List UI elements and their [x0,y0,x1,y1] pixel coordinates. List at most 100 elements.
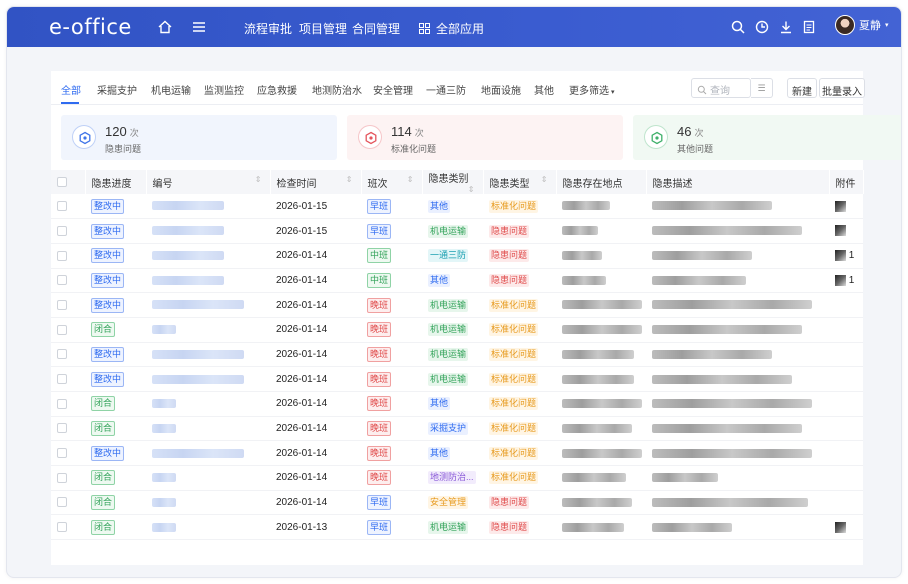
nav-approval[interactable]: 流程审批 [244,20,292,37]
id-cell[interactable] [146,490,270,516]
tab-monitoring[interactable]: 监测监控 [204,82,244,97]
sort-icon[interactable]: ⇕ [407,175,414,184]
row-select-cell[interactable] [51,268,85,294]
row-select-cell[interactable] [51,342,85,368]
id-redacted[interactable] [152,522,176,532]
attachment-cell[interactable] [829,416,863,442]
sort-icon[interactable]: ⇕ [468,185,475,194]
stat-card[interactable]: 46 次其他问题 [633,115,901,160]
col-shift[interactable]: 班次 ⇕ [361,170,423,194]
table-row[interactable]: 整改中 2026-01-14 中班 一通三防 隐患问题 1 [51,243,863,269]
table-row[interactable]: 闭合 2026-01-13 早班 机电运输 隐患问题 [51,514,863,541]
menu-icon[interactable] [191,19,207,35]
id-redacted[interactable] [152,325,176,335]
table-row[interactable]: 整改中 2026-01-14 晚班 机电运输 标准化问题 [51,292,863,318]
table-row[interactable]: 闭合 2026-01-14 早班 安全管理 隐患问题 [51,490,863,516]
id-cell[interactable] [146,292,270,318]
tab-emergency[interactable]: 应急救援 [257,82,297,97]
table-row[interactable]: 整改中 2026-01-14 中班 其他 隐患问题 1 [51,268,863,294]
row-select-cell[interactable] [51,514,85,541]
search-input[interactable]: 查询 [691,78,751,98]
document-icon[interactable] [801,19,817,35]
id-redacted[interactable] [152,251,224,261]
table-row[interactable]: 整改中 2026-01-15 早班 机电运输 隐患问题 [51,218,863,244]
id-redacted[interactable] [152,448,244,458]
user-menu[interactable]: 夏静 ▾ [835,15,889,35]
id-cell[interactable] [146,391,270,417]
id-redacted[interactable] [152,349,244,359]
row-checkbox[interactable] [57,423,67,434]
tab-all[interactable]: 全部 [61,82,81,97]
attachment-cell[interactable] [829,342,863,368]
all-apps-button[interactable]: 全部应用 [419,20,484,37]
table-row[interactable]: 闭合 2026-01-14 晚班 其他 标准化问题 [51,391,863,417]
id-redacted[interactable] [152,399,176,409]
id-cell[interactable] [146,416,270,442]
attachment-cell[interactable] [829,465,863,491]
download-icon[interactable] [778,19,794,35]
row-checkbox[interactable] [57,398,67,409]
attachment-thumbnail[interactable] [835,250,846,262]
id-cell[interactable] [146,366,270,392]
id-redacted[interactable] [152,201,224,211]
id-cell[interactable] [146,317,270,343]
id-redacted[interactable] [152,497,176,507]
id-redacted[interactable] [152,275,224,285]
row-select-cell[interactable] [51,391,85,417]
nav-contracts[interactable]: 合同管理 [352,20,400,37]
attachment-cell[interactable] [829,391,863,417]
attachment-cell[interactable] [829,366,863,392]
row-checkbox[interactable] [57,299,67,310]
id-redacted[interactable] [152,473,176,483]
new-button[interactable]: 新建 [787,78,817,98]
row-checkbox[interactable] [57,349,67,360]
id-cell[interactable] [146,342,270,368]
attachment-thumbnail[interactable] [835,521,846,533]
stat-card[interactable]: 120 次隐患问题 [61,115,337,160]
table-row[interactable]: 整改中 2026-01-15 早班 其他 标准化问题 [51,194,863,220]
tab-geology[interactable]: 地测防治水 [312,82,362,97]
sort-icon[interactable]: ⇕ [541,175,548,184]
clock-icon[interactable] [754,19,770,35]
tab-more-filters[interactable]: 更多筛选 ▾ [569,82,614,97]
col-date[interactable]: 检查时间 ⇕ [270,170,362,194]
row-checkbox[interactable] [57,200,67,211]
tab-surface[interactable]: 地面设施 [481,82,521,97]
attachment-cell[interactable]: 1 [829,268,863,294]
row-select-cell[interactable] [51,465,85,491]
attachment-cell[interactable]: 1 [829,243,863,269]
row-select-cell[interactable] [51,440,85,467]
id-redacted[interactable] [152,374,244,384]
attachment-cell[interactable] [829,292,863,318]
row-checkbox[interactable] [57,472,67,483]
id-cell[interactable] [146,440,270,467]
table-row[interactable]: 闭合 2026-01-14 晚班 机电运输 标准化问题 [51,317,863,343]
row-checkbox[interactable] [57,275,67,286]
select-all-checkbox[interactable] [57,176,67,187]
id-redacted[interactable] [152,300,244,310]
id-cell[interactable] [146,514,270,541]
batch-entry-button[interactable]: 批量录入 [819,78,865,98]
row-checkbox[interactable] [57,448,67,459]
row-checkbox[interactable] [57,324,67,335]
attachment-cell[interactable] [829,218,863,244]
row-select-cell[interactable] [51,416,85,442]
row-select-cell[interactable] [51,194,85,220]
table-row[interactable]: 整改中 2026-01-14 晚班 其他 标准化问题 [51,440,863,467]
home-icon[interactable] [157,19,173,35]
tab-safety[interactable]: 安全管理 [373,82,413,97]
table-row[interactable]: 闭合 2026-01-14 晚班 地测防治... 标准化问题 [51,465,863,491]
search-icon[interactable] [730,19,746,35]
table-row[interactable]: 整改中 2026-01-14 晚班 机电运输 标准化问题 [51,366,863,392]
tab-electro[interactable]: 机电运输 [151,82,191,97]
id-cell[interactable] [146,218,270,244]
row-select-cell[interactable] [51,490,85,516]
id-cell[interactable] [146,268,270,294]
col-id[interactable]: 编号 ⇕ [146,170,271,194]
id-redacted[interactable] [152,226,224,236]
col-type[interactable]: 隐患类型 ⇕ [483,170,557,194]
row-checkbox[interactable] [57,250,67,261]
attachment-thumbnail[interactable] [835,225,846,237]
attachment-cell[interactable] [829,490,863,516]
attachment-cell[interactable] [829,194,863,220]
